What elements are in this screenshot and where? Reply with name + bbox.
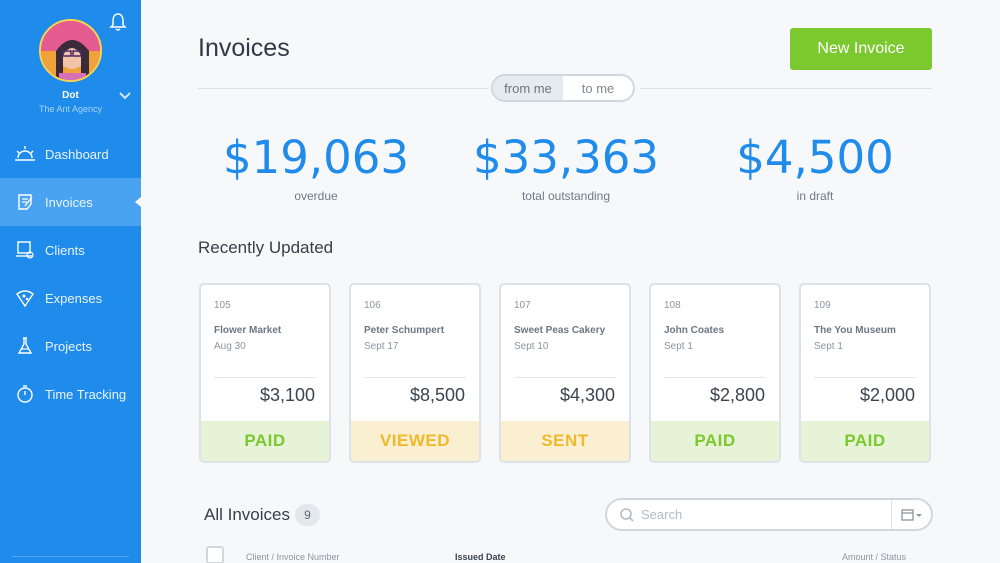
user-avatar[interactable] [39,19,102,82]
invoice-amount: $4,300 [559,385,615,405]
page-title: Invoices [198,34,290,62]
invoice-date: Sept 10 [514,341,549,352]
search-input[interactable] [641,507,891,522]
select-all-checkbox[interactable] [206,546,224,563]
sidebar-item-label: Dashboard [45,146,109,162]
chevron-down-icon[interactable] [118,90,132,102]
invoice-icon [14,191,36,213]
recently-updated-title: Recently Updated [198,238,334,257]
invoice-number: 108 [664,300,681,311]
sidebar-item-label: Invoices [45,194,93,210]
toggle-to-me[interactable]: to me [563,76,633,100]
sidebar: Dot The Ant Agency Dashboard Invoices Cl… [0,0,141,563]
status-badge: PAID [651,421,779,461]
invoice-card[interactable]: 109 The You Museum Sept 1 $2,000 PAID [799,283,931,463]
sidebar-item-projects[interactable]: Projects [0,322,141,370]
divider [198,88,488,89]
stopwatch-icon [14,383,36,405]
invoice-date: Sept 1 [664,341,693,352]
invoice-count-badge: 9 [295,504,320,526]
bell-icon[interactable] [109,12,127,32]
invoice-card[interactable]: 105 Flower Market Aug 30 $3,100 PAID [199,283,331,463]
search-icon [620,507,634,522]
user-organization: The Ant Agency [38,104,103,114]
sidebar-divider [12,556,129,557]
projects-flask-icon [14,335,36,357]
invoice-number: 105 [214,300,231,311]
status-badge: VIEWED [351,421,479,461]
client-name: John Coates [664,325,725,336]
card-divider [364,377,466,378]
invoice-number: 106 [364,300,381,311]
stat-in-draft[interactable]: $4,500 in draft [705,131,925,204]
column-header-amount[interactable]: Amount / Status [842,552,906,562]
client-name: The You Museum [814,325,896,336]
invoice-amount: $2,000 [859,385,915,405]
status-badge: SENT [501,421,629,461]
invoice-number: 109 [814,300,831,311]
card-divider [214,377,316,378]
calendar-icon [900,508,922,521]
invoice-amount: $3,100 [259,385,315,405]
stat-total-outstanding[interactable]: $33,363 total outstanding [456,131,676,204]
sidebar-item-label: Projects [45,338,92,354]
card-divider [814,377,916,378]
sidebar-item-dashboard[interactable]: Dashboard [0,130,141,178]
all-invoices-title: All Invoices [204,505,290,524]
stat-amount: $33,363 [472,131,660,184]
clients-icon [14,239,36,261]
card-divider [514,377,616,378]
invoice-amount: $2,800 [709,385,765,405]
status-badge: PAID [201,421,329,461]
status-badge: PAID [801,421,929,461]
sidebar-item-expenses[interactable]: Expenses [0,274,141,322]
invoice-number: 107 [514,300,531,311]
client-name: Flower Market [214,325,282,336]
sidebar-item-time-tracking[interactable]: Time Tracking [0,370,141,418]
client-name: Sweet Peas Cakery [514,325,606,336]
divider [640,88,932,89]
date-filter-button[interactable] [891,500,931,529]
sidebar-nav: Dashboard Invoices Clients Expenses Proj… [0,130,141,418]
invoice-date: Sept 17 [364,341,399,352]
stat-label: overdue [294,189,338,203]
client-name: Peter Schumpert [364,325,445,336]
column-header-issued-date[interactable]: Issued Date [455,552,506,562]
invoice-card[interactable]: 106 Peter Schumpert Sept 17 $8,500 VIEWE… [349,283,481,463]
search-box [605,498,933,531]
invoice-date: Sept 1 [814,341,843,352]
stat-amount: $19,063 [222,131,410,184]
invoice-amount: $8,500 [409,385,465,405]
column-header-client[interactable]: Client / Invoice Number [246,552,340,562]
sidebar-item-clients[interactable]: Clients [0,226,141,274]
stat-label: in draft [796,189,834,203]
invoice-card[interactable]: 107 Sweet Peas Cakery Sept 10 $4,300 SEN… [499,283,631,463]
dashboard-sun-icon [14,143,36,165]
stat-label: total outstanding [521,189,611,203]
sidebar-item-label: Clients [45,242,85,258]
direction-toggle: from me to me [491,74,635,102]
new-invoice-button[interactable]: New Invoice [790,28,932,70]
stat-overdue[interactable]: $19,063 overdue [206,131,426,204]
sidebar-item-label: Time Tracking [45,386,127,402]
expenses-icon [14,287,36,309]
stat-amount: $4,500 [736,131,894,184]
sidebar-item-invoices[interactable]: Invoices [0,178,141,226]
toggle-from-me[interactable]: from me [493,76,563,100]
invoice-card[interactable]: 108 John Coates Sept 1 $2,800 PAID [649,283,781,463]
invoice-date: Aug 30 [214,341,246,352]
card-divider [664,377,766,378]
sidebar-item-label: Expenses [45,290,103,306]
